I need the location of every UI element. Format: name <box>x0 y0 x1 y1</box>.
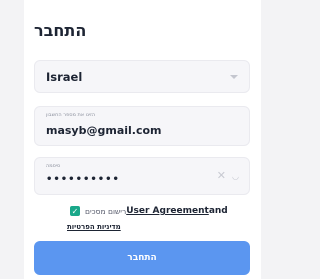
account-field-label: הזינו את מספר החשבון <box>46 112 96 118</box>
password-input-value[interactable]: •••••••••• <box>46 174 120 185</box>
country-select[interactable]: Israel <box>34 60 250 93</box>
agreement-text: רישום מסכים <box>85 206 127 216</box>
country-value: Israel <box>46 70 83 84</box>
privacy-policy-link[interactable]: מדיניות הפרטיות <box>67 223 121 231</box>
agreement-row: ✓ רישום מסכים User Agreement and <box>70 206 228 216</box>
password-icons: ✕ ◡ <box>217 170 239 182</box>
account-field[interactable]: הזינו את מספר החשבון masyb@gmail.com <box>34 106 250 146</box>
account-input-value[interactable]: masyb@gmail.com <box>46 124 162 137</box>
agreement-checkbox[interactable]: ✓ <box>70 206 80 216</box>
password-field[interactable]: סיסמה •••••••••• ✕ ◡ <box>34 157 250 195</box>
eye-hidden-icon[interactable]: ◡ <box>232 172 239 182</box>
chevron-down-icon <box>230 75 238 79</box>
login-button[interactable]: התחבר <box>34 241 250 275</box>
password-field-label: סיסמה <box>46 163 61 169</box>
page-title: התחבר <box>34 21 87 40</box>
user-agreement-link[interactable]: User Agreement <box>126 206 209 216</box>
login-card: התחבר Israel הזינו את מספר החשבון masyb@… <box>24 0 261 279</box>
clear-icon[interactable]: ✕ <box>217 170 226 181</box>
and-text: and <box>208 206 228 216</box>
